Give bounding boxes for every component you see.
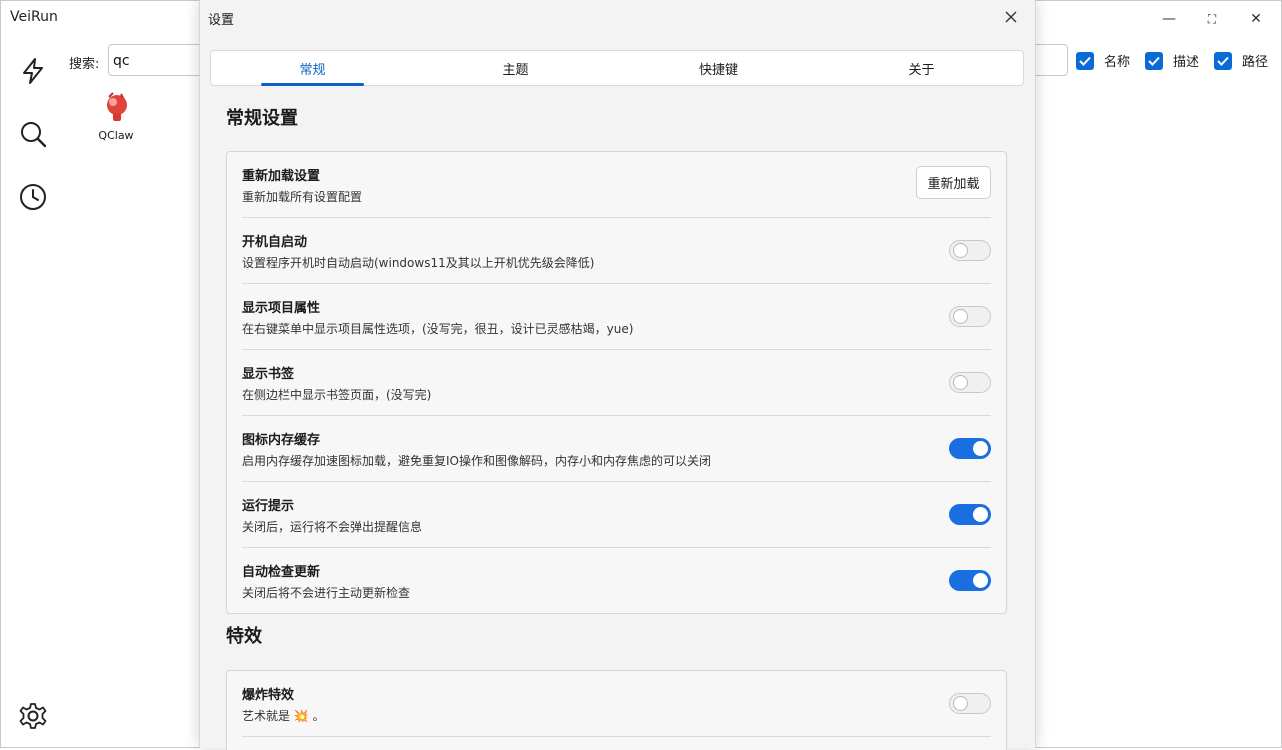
setting-title: 显示项目属性	[242, 301, 321, 316]
autostart-toggle[interactable]	[949, 240, 991, 261]
setting-description: 关闭后，运行将不会弹出提醒信息	[242, 520, 423, 534]
setting-title: 爆炸特效	[242, 688, 295, 703]
filter-desc-checkbox[interactable]: 描述	[1145, 51, 1199, 70]
setting-description: 在侧边栏中显示书签页面，(没写完)	[242, 388, 432, 402]
checkmark-icon	[1076, 51, 1094, 70]
setting-row-autostart: 开机自启动 设置程序开机时自动启动(windows11及其以上开机优先级会降低)	[242, 218, 991, 284]
minimize-button[interactable]: —	[1159, 9, 1179, 29]
auto-update-toggle[interactable]	[949, 570, 991, 591]
app-title: VeiRun	[10, 9, 58, 25]
qclaw-app-icon	[107, 92, 127, 121]
setting-title: 开机自启动	[242, 235, 308, 250]
setting-row-icon-cache: 图标内存缓存 启用内存缓存加速图标加载，避免重复IO操作和图像解码，内存小和内存…	[242, 416, 991, 482]
search-label: 搜索:	[69, 57, 100, 72]
close-icon[interactable]	[1001, 7, 1021, 27]
reload-button[interactable]: 重新加载	[916, 166, 991, 199]
result-item-qclaw[interactable]: QClaw	[97, 91, 135, 142]
tab-shortcuts[interactable]: 快捷键	[617, 51, 820, 85]
effects-settings-panel: 爆炸特效 艺术就是 💥 。	[226, 670, 1007, 750]
setting-row-explosion: 爆炸特效 艺术就是 💥 。	[242, 671, 991, 737]
general-section-title: 常规设置	[226, 108, 298, 129]
general-settings-panel: 重新加载设置 重新加载所有设置配置 重新加载 开机自启动 设置程序开机时自动启动…	[226, 151, 1007, 614]
setting-description: 关闭后将不会进行主动更新检查	[242, 586, 411, 600]
explosion-toggle[interactable]	[949, 693, 991, 714]
settings-dialog: 设置 常规 主题 快捷键 关于 常规设置 重新加载设置 重新加载所有设置配置 重…	[199, 0, 1036, 750]
checkmark-icon	[1214, 51, 1232, 70]
setting-row-bookmarks: 显示书签 在侧边栏中显示书签页面，(没写完)	[242, 350, 991, 416]
clock-icon[interactable]	[17, 181, 49, 213]
setting-row-auto-update: 自动检查更新 关闭后将不会进行主动更新检查	[242, 548, 991, 613]
item-properties-toggle[interactable]	[949, 306, 991, 327]
setting-description: 在右键菜单中显示项目属性选项，(没写完，很丑，设计已灵感枯竭，yue)	[242, 322, 634, 336]
maximize-button[interactable]: ⛶	[1202, 9, 1222, 29]
run-notice-toggle[interactable]	[949, 504, 991, 525]
close-window-button[interactable]: ✕	[1246, 9, 1266, 29]
gear-icon[interactable]	[17, 700, 49, 732]
setting-row-item-properties: 显示项目属性 在右键菜单中显示项目属性选项，(没写完，很丑，设计已灵感枯竭，yu…	[242, 284, 991, 350]
setting-title: 自动检查更新	[242, 565, 321, 580]
setting-description: 设置程序开机时自动启动(windows11及其以上开机优先级会降低)	[242, 256, 595, 270]
search-icon[interactable]	[17, 118, 49, 150]
setting-title: 图标内存缓存	[242, 433, 321, 448]
filter-name-label: 名称	[1104, 55, 1131, 70]
setting-description: 重新加载所有设置配置	[242, 190, 363, 204]
effects-section-title: 特效	[226, 626, 262, 647]
tab-about[interactable]: 关于	[820, 51, 1023, 85]
filter-path-label: 路径	[1242, 55, 1269, 70]
settings-tabs: 常规 主题 快捷键 关于	[210, 50, 1024, 86]
setting-title: 运行提示	[242, 499, 295, 514]
setting-row-reload: 重新加载设置 重新加载所有设置配置 重新加载	[242, 152, 991, 218]
dialog-title: 设置	[208, 13, 235, 28]
checkmark-icon	[1145, 51, 1163, 70]
tab-general[interactable]: 常规	[211, 51, 414, 86]
setting-title: 显示书签	[242, 367, 295, 382]
setting-row-run-notice: 运行提示 关闭后，运行将不会弹出提醒信息	[242, 482, 991, 548]
dialog-header: 设置	[200, 0, 1035, 36]
icon-cache-toggle[interactable]	[949, 438, 991, 459]
filter-desc-label: 描述	[1173, 55, 1200, 70]
setting-description: 启用内存缓存加速图标加载，避免重复IO操作和图像解码，内存小和内存焦虑的可以关闭	[242, 454, 711, 468]
setting-title: 重新加载设置	[242, 169, 321, 184]
tab-theme[interactable]: 主题	[414, 51, 617, 85]
result-item-label: QClaw	[98, 129, 134, 142]
bookmarks-toggle[interactable]	[949, 372, 991, 393]
filter-name-checkbox[interactable]: 名称	[1076, 51, 1130, 70]
setting-description: 艺术就是 💥 。	[242, 709, 325, 723]
filter-path-checkbox[interactable]: 路径	[1214, 51, 1268, 70]
lightning-icon[interactable]	[17, 55, 49, 87]
